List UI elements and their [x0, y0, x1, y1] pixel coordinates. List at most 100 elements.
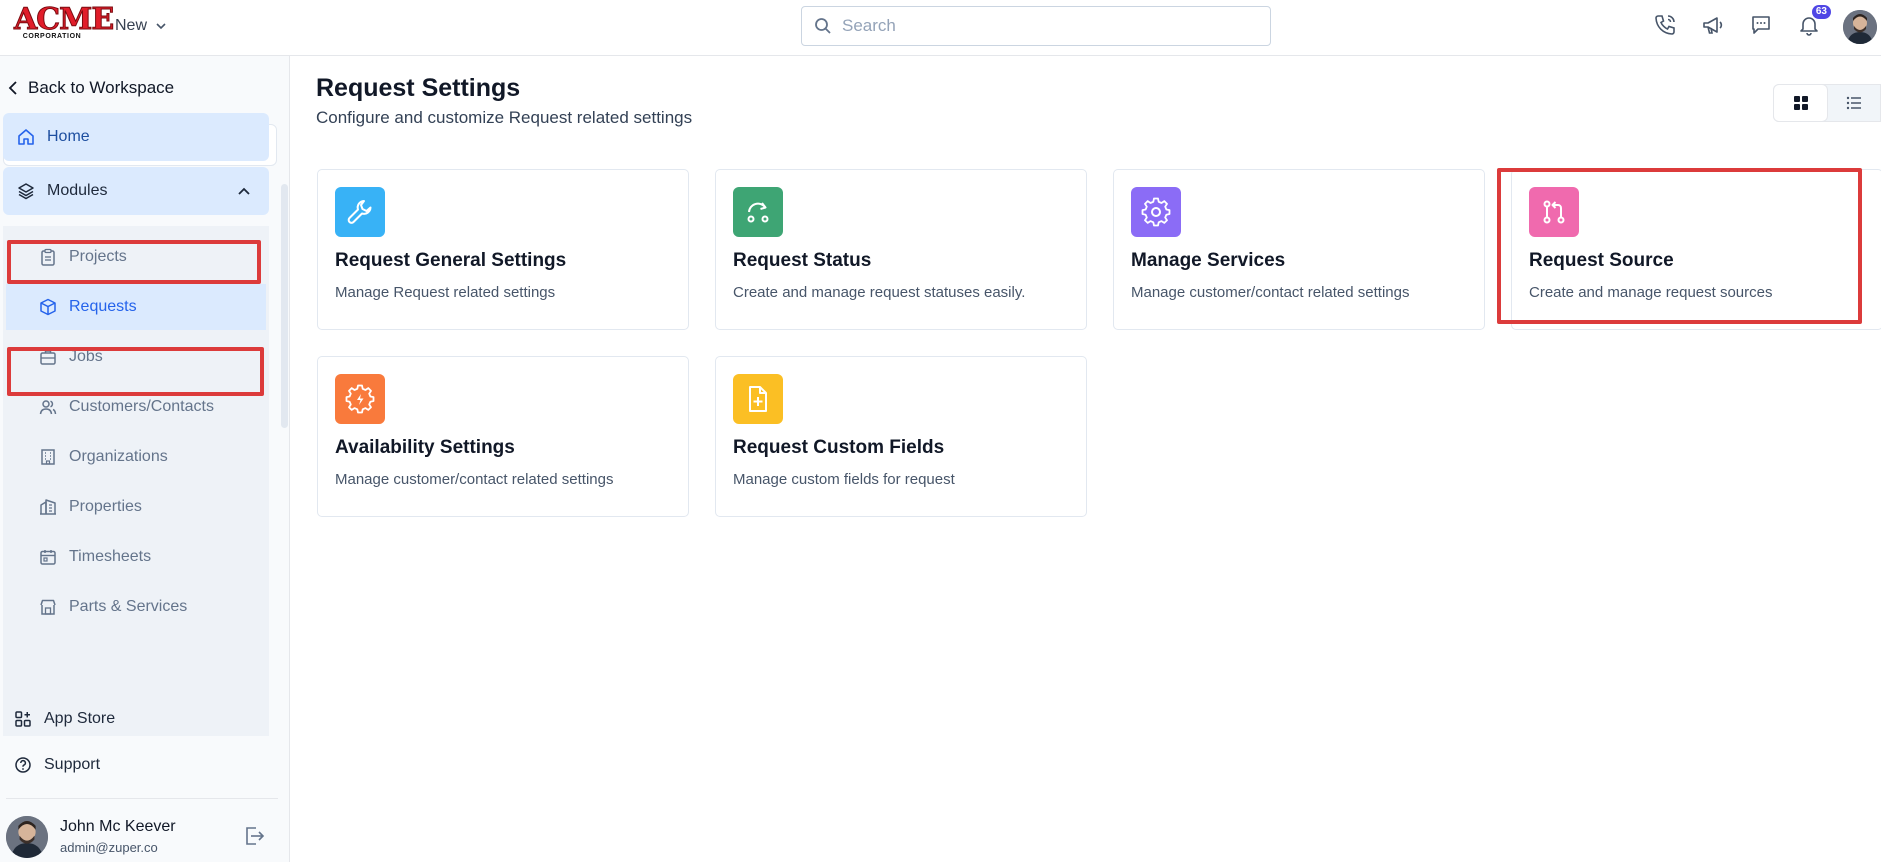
sidebar: Back to Workspace Home Modules Projects …: [0, 56, 290, 862]
new-menu-label: New: [115, 17, 148, 34]
global-search-input[interactable]: [842, 16, 1242, 36]
card-icon-tile: [335, 187, 385, 237]
back-to-workspace-label: Back to Workspace: [28, 78, 175, 97]
card-availability-settings[interactable]: Availability Settings Manage customer/co…: [317, 356, 689, 517]
announcement-button[interactable]: [1698, 10, 1728, 40]
top-bar: ACME CORPORATION New 63: [0, 0, 1881, 56]
store-icon: [40, 599, 56, 615]
chevron-left-icon: [8, 81, 17, 95]
wrench-icon: [347, 200, 372, 224]
card-request-custom-fields[interactable]: Request Custom Fields Manage custom fiel…: [715, 356, 1087, 517]
logout-icon: [246, 827, 265, 845]
card-icon-tile: [733, 187, 783, 237]
sidebar-item-customers-contacts[interactable]: Customers/Contacts: [6, 384, 266, 430]
file-plus-icon: [749, 386, 767, 412]
sidebar-item-home-label: Home: [47, 128, 90, 145]
sidebar-item-projects[interactable]: Projects: [6, 234, 266, 280]
sidebar-scrollbar[interactable]: [281, 184, 288, 428]
sidebar-item-projects-label: Projects: [69, 248, 127, 265]
sidebar-item-support[interactable]: Support: [14, 756, 100, 774]
sidebar-item-app-store[interactable]: App Store: [14, 710, 115, 728]
sidebar-item-jobs[interactable]: Jobs: [6, 334, 266, 380]
notifications-button[interactable]: 63: [1794, 5, 1831, 40]
home-icon: [18, 129, 34, 145]
git-pull-request-icon: [1543, 200, 1565, 224]
sidebar-item-home[interactable]: Home: [3, 113, 269, 161]
chat-button[interactable]: [1746, 10, 1776, 40]
sidebar-item-parts-services[interactable]: Parts & Services: [6, 584, 266, 630]
modules-submenu: Projects Requests Jobs Customers/Contact…: [3, 226, 269, 736]
card-icon-tile: [733, 374, 783, 424]
chat-icon: [1752, 16, 1770, 34]
list-icon: [1846, 96, 1861, 110]
new-menu-button[interactable]: New: [115, 14, 167, 38]
chevron-down-icon: [156, 23, 166, 30]
sidebar-item-organizations[interactable]: Organizations: [6, 434, 266, 480]
sidebar-item-modules[interactable]: Modules: [3, 167, 269, 215]
sidebar-item-app-store-label: App Store: [44, 710, 116, 727]
buildings-icon: [40, 499, 56, 515]
global-search-box[interactable]: [801, 6, 1271, 46]
briefcase-icon: [40, 350, 56, 365]
cube-icon: [40, 298, 56, 316]
card-title: Manage Services: [1131, 250, 1286, 271]
clipboard-icon: [41, 248, 55, 266]
grid-view-button[interactable]: [1774, 85, 1827, 121]
phone-icon: [1655, 15, 1675, 35]
phone-button[interactable]: [1650, 10, 1680, 40]
user-profile-block[interactable]: John Mc Keever admin@zuper.co: [6, 816, 276, 860]
card-description: Manage Request related settings: [335, 284, 556, 301]
card-icon-tile: [1529, 187, 1579, 237]
card-description: Manage customer/contact related settings: [335, 471, 614, 488]
card-description: Manage customer/contact related settings: [1131, 284, 1410, 301]
avatar-image: [1843, 10, 1877, 44]
avatar: [6, 816, 48, 858]
card-icon-tile: [335, 374, 385, 424]
acme-logo[interactable]: ACME CORPORATION: [14, 2, 115, 42]
card-title: Request General Settings: [335, 250, 567, 271]
users-icon: [39, 400, 57, 415]
sidebar-item-organizations-label: Organizations: [69, 448, 168, 465]
gear-icon: [1141, 197, 1171, 227]
card-request-general-settings[interactable]: Request General Settings Manage Request …: [317, 169, 689, 330]
gear-bolt-icon: [345, 384, 375, 414]
profile-avatar[interactable]: [1843, 10, 1877, 44]
sidebar-item-jobs-label: Jobs: [69, 348, 103, 365]
sidebar-item-parts-services-label: Parts & Services: [69, 598, 188, 615]
notification-badge: 63: [1811, 5, 1831, 19]
sidebar-item-support-label: Support: [44, 756, 101, 773]
logo-wordmark: ACME: [14, 2, 115, 37]
layers-icon: [18, 183, 34, 200]
logout-button[interactable]: [242, 824, 266, 853]
user-name: John Mc Keever: [60, 818, 176, 835]
status-flow-icon: [747, 202, 769, 223]
card-title: Availability Settings: [335, 437, 515, 458]
sidebar-item-requests-label: Requests: [69, 298, 137, 315]
card-request-source[interactable]: Request Source Create and manage request…: [1511, 169, 1881, 330]
avatar-image: [6, 816, 48, 858]
top-actions: 63: [1650, 5, 1831, 40]
search-icon: [815, 18, 831, 34]
sidebar-divider: [6, 798, 278, 799]
card-request-status[interactable]: Request Status Create and manage request…: [715, 169, 1087, 330]
sidebar-item-timesheets-label: Timesheets: [69, 548, 152, 565]
sidebar-item-properties-label: Properties: [69, 498, 142, 515]
page-subtitle: Configure and customize Request related …: [316, 108, 693, 127]
page-title: Request Settings: [316, 74, 521, 102]
grid-icon: [1793, 96, 1808, 110]
apps-grid-icon: [15, 711, 31, 727]
card-manage-services[interactable]: Manage Services Manage customer/contact …: [1113, 169, 1485, 330]
card-description: Create and manage request statuses easil…: [733, 284, 1026, 301]
card-icon-tile: [1131, 187, 1181, 237]
sidebar-item-modules-label: Modules: [47, 182, 108, 199]
sidebar-item-timesheets[interactable]: Timesheets: [6, 534, 266, 580]
card-description: Manage custom fields for request: [733, 471, 955, 488]
list-view-button[interactable]: [1827, 85, 1880, 121]
view-toggle: [1773, 84, 1881, 122]
back-to-workspace-link[interactable]: Back to Workspace: [8, 78, 174, 98]
sidebar-item-customers-contacts-label: Customers/Contacts: [69, 398, 214, 415]
card-title: Request Source: [1529, 250, 1674, 271]
logo-subtitle: CORPORATION: [22, 33, 82, 40]
sidebar-item-properties[interactable]: Properties: [6, 484, 266, 530]
sidebar-item-requests[interactable]: Requests: [6, 284, 266, 330]
